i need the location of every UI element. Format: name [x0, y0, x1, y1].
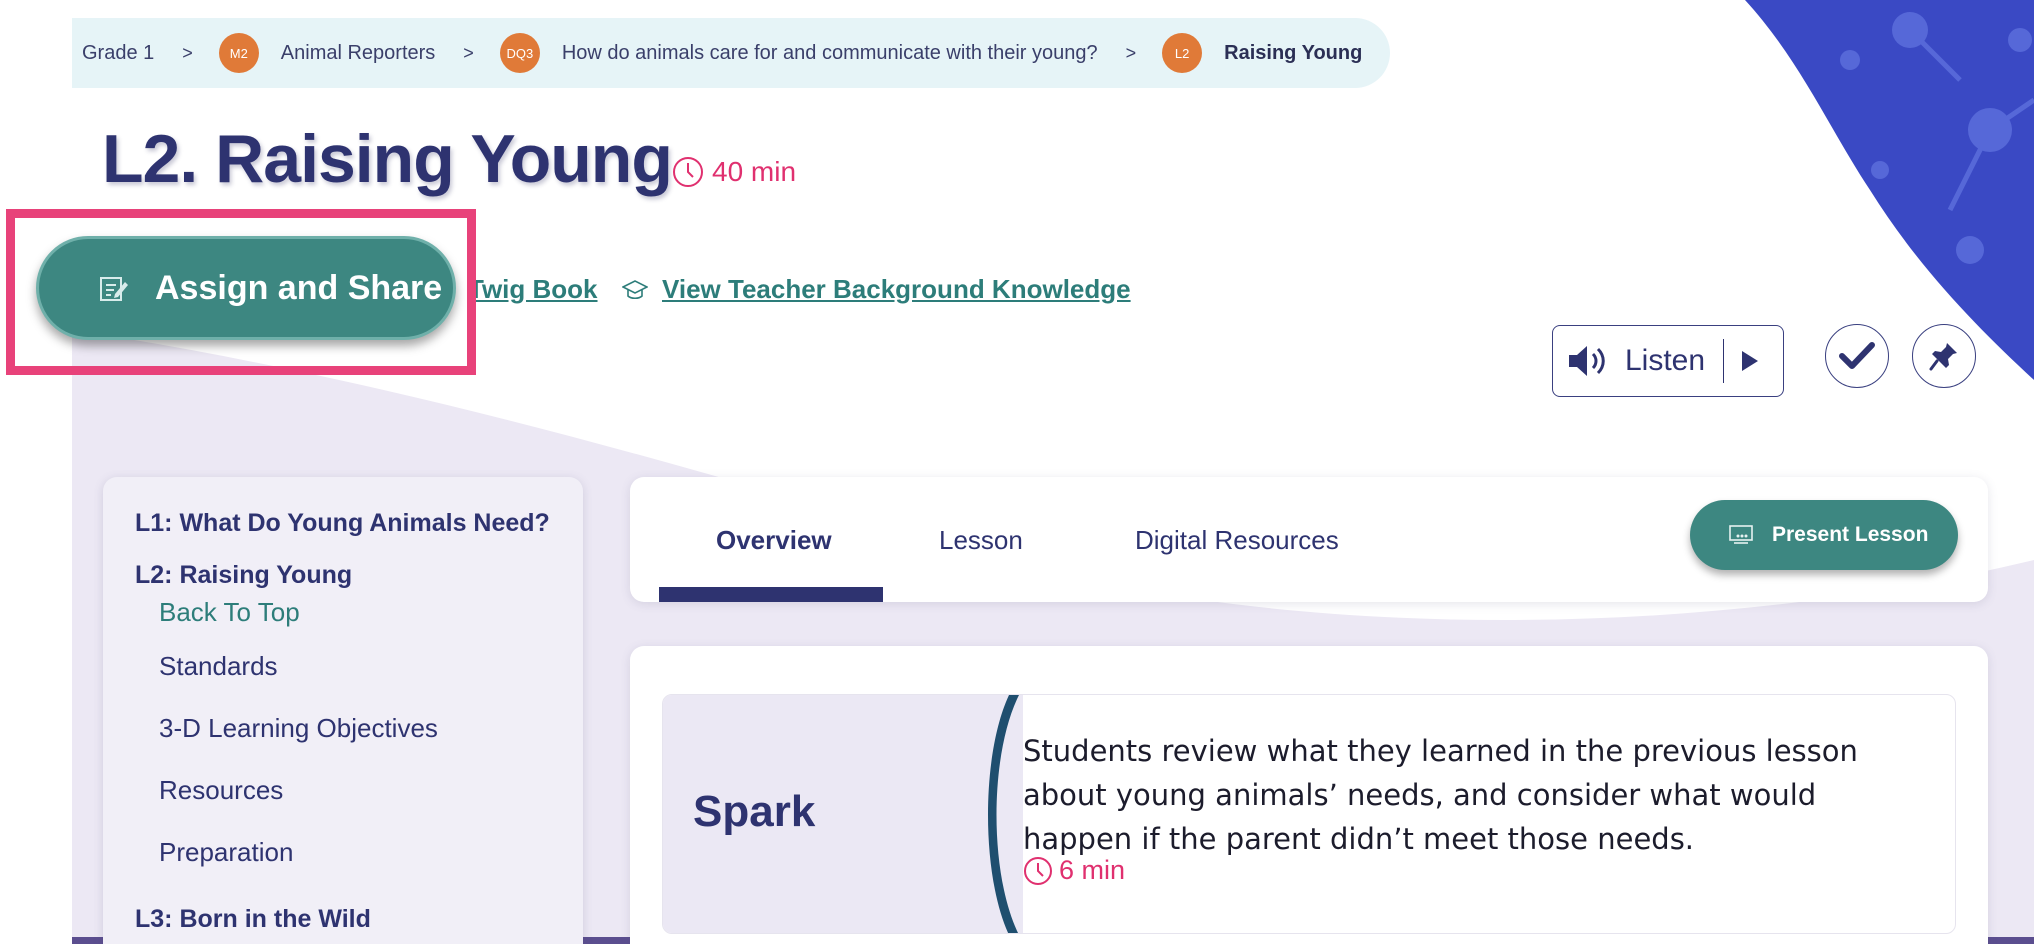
breadcrumb: Grade 1 > M2 Animal Reporters > DQ3 How …	[72, 18, 1390, 88]
spark-label-panel: Spark	[663, 695, 1023, 933]
active-tab-indicator	[659, 587, 883, 602]
spark-section: Spark Students review what they learned …	[662, 694, 1956, 934]
play-icon[interactable]	[1740, 350, 1760, 372]
sidebar-lesson-l2[interactable]: L2: Raising Young	[135, 561, 352, 590]
assign-and-share-label: Assign and Share	[155, 268, 443, 307]
dq-badge: DQ3	[499, 33, 540, 73]
sidebar-item-resources[interactable]: Resources	[159, 775, 283, 806]
checkmark-icon	[1839, 342, 1875, 369]
spark-description: Students review what they learned in the…	[1023, 734, 1858, 856]
lesson-sidebar: L1: What Do Young Animals Need? L2: Rais…	[103, 477, 583, 944]
book-link[interactable]: Twig Book	[468, 274, 598, 305]
section-divider-arc	[988, 695, 1019, 933]
pin-button[interactable]	[1912, 324, 1976, 388]
listen-divider	[1723, 339, 1725, 383]
breadcrumb-separator: >	[1125, 42, 1137, 63]
breadcrumb-separator: >	[463, 42, 474, 63]
mark-complete-button[interactable]	[1825, 324, 1889, 388]
sidebar-lesson-l3[interactable]: L3: Born in the Wild	[135, 905, 371, 934]
tab-overview[interactable]: Overview	[716, 525, 832, 556]
assign-and-share-button[interactable]: Assign and Share	[36, 236, 456, 340]
tabs-card: Overview Lesson Digital Resources Presen…	[630, 477, 1988, 602]
spark-title: Spark	[693, 787, 816, 836]
breadcrumb-module[interactable]: Animal Reporters	[281, 42, 436, 65]
listen-label: Listen	[1625, 344, 1706, 377]
sidebar-item-back-to-top[interactable]: Back To Top	[159, 597, 300, 628]
lesson-badge: L2	[1162, 33, 1203, 73]
present-lesson-label: Present Lesson	[1772, 523, 1929, 546]
page-title: L2. Raising Young	[102, 121, 673, 197]
sidebar-item-standards[interactable]: Standards	[159, 651, 278, 682]
tab-digital-resources[interactable]: Digital Resources	[1135, 525, 1339, 556]
breadcrumb-separator: >	[182, 42, 193, 63]
tab-lesson[interactable]: Lesson	[939, 525, 1023, 556]
spark-duration-text: 6 min	[1059, 855, 1126, 885]
present-lesson-button[interactable]: Present Lesson	[1690, 500, 1958, 570]
graduation-cap-icon	[622, 279, 648, 299]
clock-icon	[673, 157, 703, 187]
teacher-knowledge-link-text[interactable]: View Teacher Background Knowledge	[662, 274, 1131, 305]
lesson-duration: 40 min	[672, 156, 796, 188]
speaker-icon	[1569, 346, 1605, 376]
teacher-knowledge-link[interactable]: View Teacher Background Knowledge	[622, 274, 1131, 305]
pin-icon	[1929, 343, 1957, 371]
clock-icon	[1024, 856, 1052, 885]
breadcrumb-current-lesson: Raising Young	[1224, 41, 1363, 64]
sidebar-item-objectives[interactable]: 3-D Learning Objectives	[159, 713, 438, 744]
listen-button[interactable]: Listen	[1552, 325, 1784, 397]
breadcrumb-driving-question[interactable]: How do animals care for and communicate …	[562, 42, 1098, 65]
module-badge: M2	[218, 33, 259, 73]
edit-document-icon	[97, 272, 129, 304]
lesson-duration-text: 40 min	[712, 156, 797, 187]
spark-duration: 6 min	[1023, 855, 1125, 886]
breadcrumb-grade[interactable]: Grade 1	[82, 42, 154, 65]
overview-content-card: Spark Students review what they learned …	[630, 646, 1988, 944]
presentation-icon	[1728, 524, 1754, 546]
sidebar-lesson-l1[interactable]: L1: What Do Young Animals Need?	[135, 509, 550, 538]
sidebar-item-preparation[interactable]: Preparation	[159, 837, 293, 868]
